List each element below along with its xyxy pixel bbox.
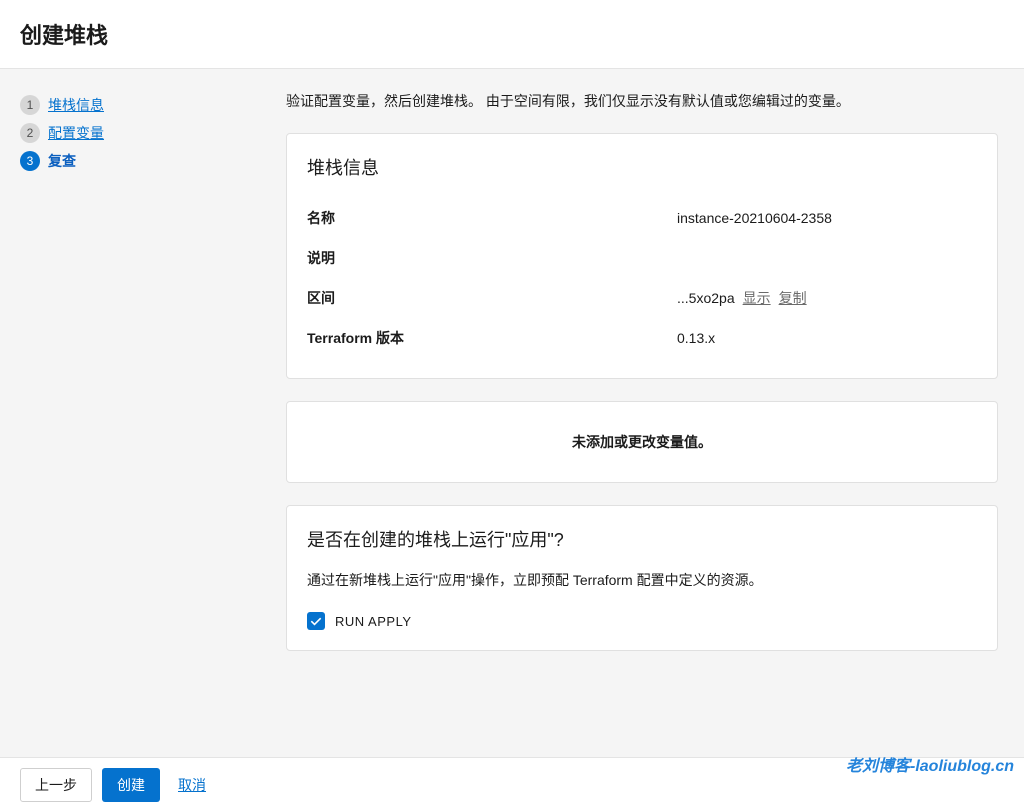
step-number-icon: 1 [20,95,40,115]
step-label: 堆栈信息 [48,95,104,115]
info-label: Terraform 版本 [307,328,677,348]
info-label: 说明 [307,248,677,268]
stack-info-panel: 堆栈信息 名称 instance-20210604-2358 说明 区间 ...… [286,133,998,379]
main-content: 验证配置变量，然后创建堆栈。 由于空间有限，我们仅显示没有默认值或您编辑过的变量… [280,69,1024,757]
step-number-icon: 2 [20,123,40,143]
step-label: 复查 [48,151,76,171]
intro-text: 验证配置变量，然后创建堆栈。 由于空间有限，我们仅显示没有默认值或您编辑过的变量… [286,91,998,111]
info-row-terraform-version: Terraform 版本 0.13.x [307,318,977,358]
no-variables-text: 未添加或更改变量值。 [307,432,977,452]
run-apply-label: RUN APPLY [335,614,412,629]
cancel-button[interactable]: 取消 [170,769,214,801]
check-icon [310,615,322,627]
run-apply-checkbox[interactable] [307,612,325,630]
copy-link[interactable]: 复制 [779,288,807,308]
apply-description: 通过在新堆栈上运行"应用"操作，立即预配 Terraform 配置中定义的资源。 [307,570,977,590]
step-number-icon: 3 [20,151,40,171]
page-title: 创建堆栈 [20,18,1004,50]
info-label: 区间 [307,288,677,308]
compartment-id: ...5xo2pa [677,290,735,306]
info-label: 名称 [307,208,677,228]
variables-panel: 未添加或更改变量值。 [286,401,998,483]
info-value [677,248,977,268]
show-link[interactable]: 显示 [743,288,771,308]
info-row-desc: 说明 [307,238,977,278]
step-label: 配置变量 [48,123,104,143]
step-item-review[interactable]: 3 复查 [20,147,260,175]
step-item-stack-info[interactable]: 1 堆栈信息 [20,91,260,119]
apply-panel: 是否在创建的堆栈上运行"应用"? 通过在新堆栈上运行"应用"操作，立即预配 Te… [286,505,998,651]
section-title-apply: 是否在创建的堆栈上运行"应用"? [307,526,977,552]
info-value: instance-20210604-2358 [677,208,977,228]
info-row-compartment: 区间 ...5xo2pa 显示 复制 [307,278,977,318]
info-row-name: 名称 instance-20210604-2358 [307,198,977,238]
info-value: 0.13.x [677,328,977,348]
step-item-config-vars[interactable]: 2 配置变量 [20,119,260,147]
prev-button[interactable]: 上一步 [20,768,92,802]
create-button[interactable]: 创建 [102,768,160,802]
footer-actions: 上一步 创建 取消 [0,757,1024,812]
wizard-steps-sidebar: 1 堆栈信息 2 配置变量 3 复查 [0,69,280,757]
section-title-stack-info: 堆栈信息 [307,154,977,180]
